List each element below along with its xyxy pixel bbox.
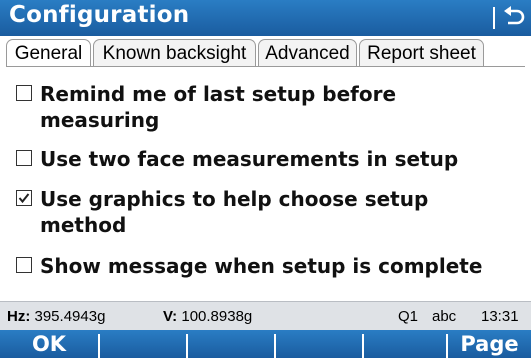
option-label: Remind me of last setup before measuring xyxy=(40,82,397,132)
option-label: Show message when setup is complete xyxy=(40,254,483,278)
softkey-empty-4[interactable] xyxy=(276,330,362,358)
hz-value: 395.4943g xyxy=(34,308,106,325)
softkey-empty-5[interactable] xyxy=(364,330,446,358)
tab-report-sheet[interactable]: Report sheet xyxy=(359,39,484,67)
tab-label: Known backsight xyxy=(102,43,247,64)
clock: 13:31 xyxy=(481,308,519,325)
softkey-bar: OK Page xyxy=(0,330,531,358)
tab-general[interactable]: General xyxy=(6,39,91,67)
softkey-empty-3[interactable] xyxy=(188,330,274,358)
tab-label: Advanced xyxy=(265,43,350,64)
v-value: 100.8938g xyxy=(181,308,253,325)
title-separator xyxy=(493,7,495,29)
page-button[interactable]: Page xyxy=(448,330,531,358)
checkbox-icon[interactable] xyxy=(16,85,32,101)
option-label: Use graphics to help choose setup method xyxy=(40,187,429,237)
softkey-empty-2[interactable] xyxy=(100,330,186,358)
hz-label: Hz: xyxy=(7,308,31,325)
checkbox-icon[interactable] xyxy=(16,150,32,166)
return-arrow-icon[interactable] xyxy=(502,4,526,30)
tab-label: Report sheet xyxy=(367,43,476,64)
checkbox-checked-icon[interactable] xyxy=(16,190,32,206)
tab-known-backsight[interactable]: Known backsight xyxy=(93,39,256,67)
window-title: Configuration xyxy=(9,2,190,28)
option-label: Use two face measurements in setup xyxy=(40,147,459,171)
hz-readout: Hz: 395.4943g xyxy=(7,308,105,325)
v-readout: V: 100.8938g xyxy=(163,308,252,325)
quality-indicator: Q1 xyxy=(398,308,419,325)
tab-bar: General Known backsight Advanced Report … xyxy=(6,39,525,67)
v-label: V: xyxy=(163,308,178,325)
checkbox-icon[interactable] xyxy=(16,257,32,273)
tab-label: General xyxy=(14,43,83,64)
tab-advanced[interactable]: Advanced xyxy=(258,39,357,67)
input-mode-indicator[interactable]: abc xyxy=(432,308,456,325)
tab-baseline xyxy=(6,66,525,67)
title-bar: Configuration xyxy=(0,0,531,36)
ok-button[interactable]: OK xyxy=(0,330,98,358)
status-bar: Hz: 395.4943g V: 100.8938g Q1 abc 13:31 xyxy=(0,301,531,330)
